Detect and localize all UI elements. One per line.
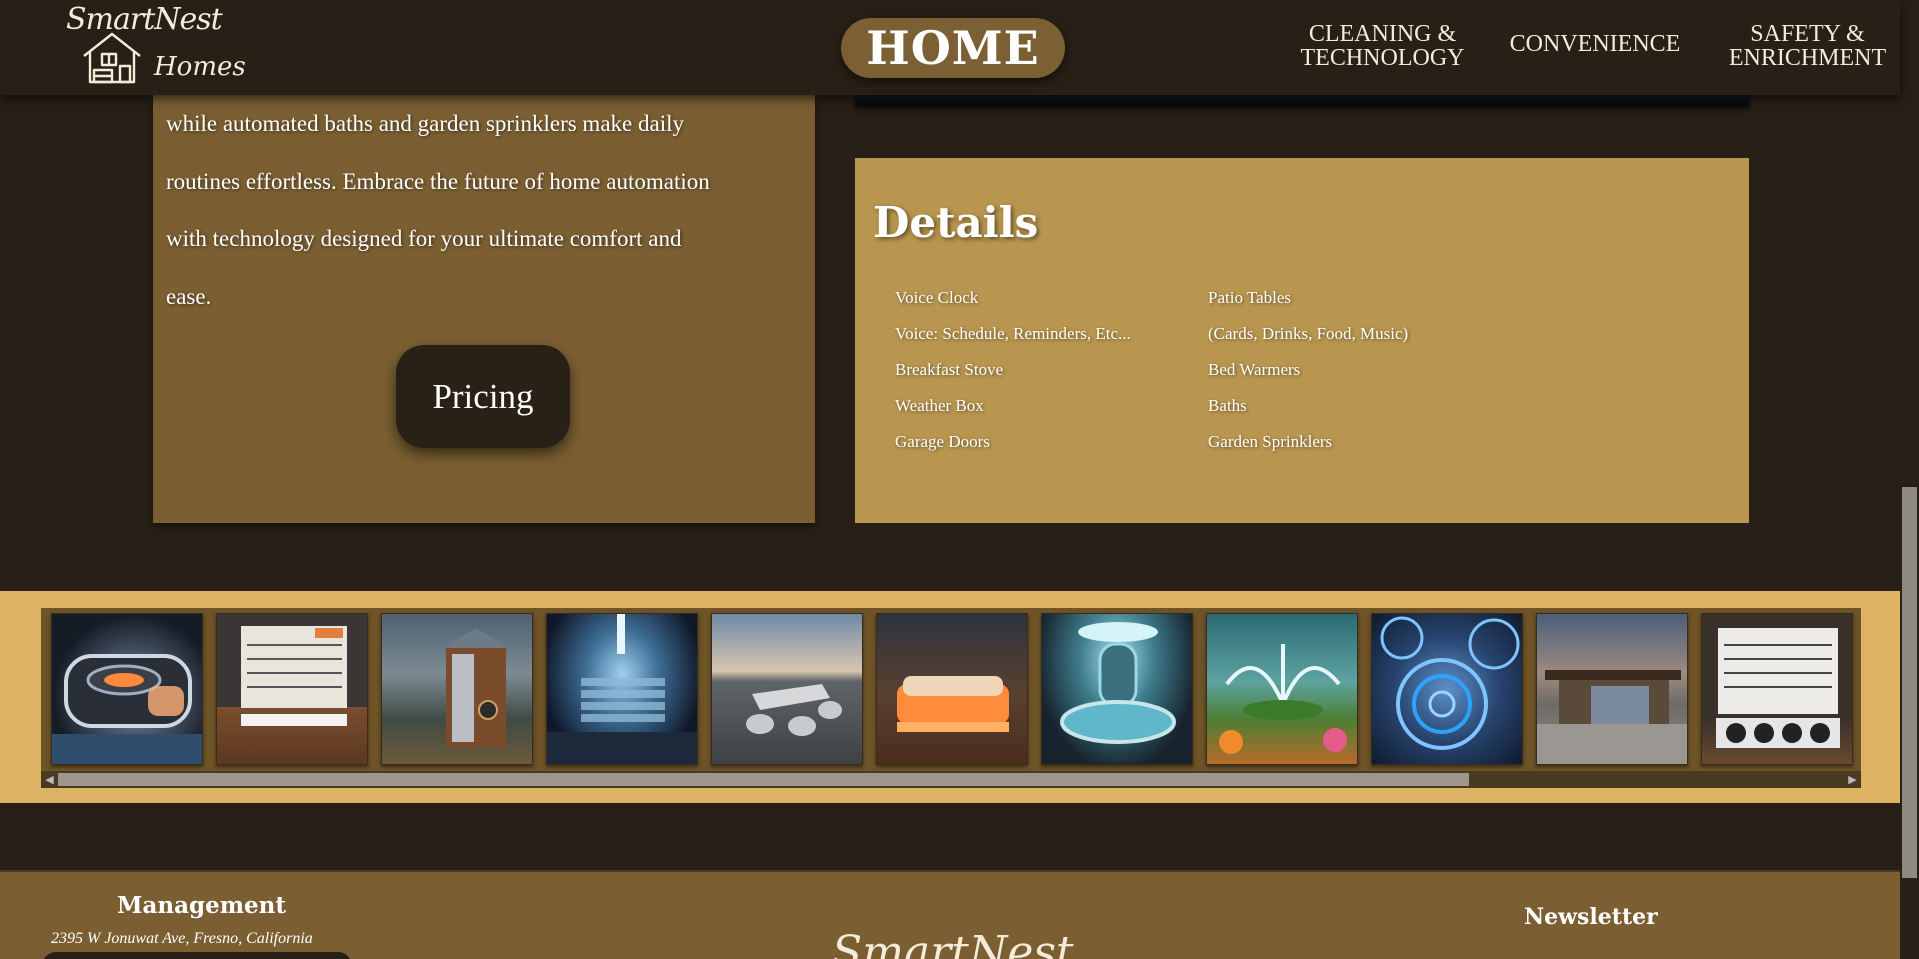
house-icon — [83, 32, 141, 84]
intro-line: while automated baths and garden sprinkl… — [166, 111, 684, 136]
garage-interior-illustration — [547, 614, 697, 764]
carousel-scroll-thumb[interactable] — [58, 773, 1469, 786]
bath-image[interactable] — [1041, 613, 1193, 765]
details-item: Garage Doors — [895, 432, 990, 451]
details-item: Bed Warmers — [1208, 360, 1301, 379]
carousel-scroll-track[interactable] — [58, 773, 1844, 786]
details-item: (Cards, Drinks, Food, Music) — [1208, 324, 1409, 343]
bed-illustration — [897, 676, 1009, 732]
scroll-right-icon[interactable]: ▶ — [1844, 771, 1861, 788]
garage-exterior-illustration — [1537, 670, 1687, 764]
sprinkler-illustration — [1219, 644, 1347, 754]
patio-illustration — [746, 684, 842, 736]
footer-contact-button[interactable] — [42, 952, 352, 959]
page-scroll-thumb[interactable] — [1902, 487, 1917, 878]
scroll-left-icon[interactable]: ◀ — [41, 771, 58, 788]
site-footer: Management 2395 W Jonuwat Ave, Fresno, C… — [0, 870, 1900, 959]
smartnest-logo[interactable]: SmartNest Homes — [62, 2, 246, 88]
image-carousel[interactable]: ◀ ▶ — [41, 608, 1861, 788]
garden-sprinkler-image[interactable] — [1206, 613, 1358, 765]
weather-box-image[interactable] — [381, 613, 533, 765]
intro-line: ease. — [166, 283, 212, 309]
bed-warmer-image[interactable] — [876, 613, 1028, 765]
intro-line: routines effortless. Embrace the future … — [166, 168, 710, 194]
intro-panel: while automated baths and garden sprinkl… — [153, 95, 815, 523]
details-item: Patio Tables — [1208, 288, 1292, 307]
nav-cleaning-line2: TECHNOLOGY — [1300, 45, 1465, 71]
voice-calendar-image[interactable] — [1701, 613, 1853, 765]
details-panel: Details Voice Clock Voice: Schedule, Rem… — [855, 158, 1749, 523]
nav-safety-line2: ENRICHMENT — [1728, 45, 1887, 71]
carousel-scrollbar[interactable]: ◀ ▶ — [41, 771, 1861, 788]
garage-door-interior-image[interactable] — [546, 613, 698, 765]
details-item: Breakfast Stove — [895, 360, 1004, 379]
details-item: Voice Clock — [895, 288, 979, 307]
details-list-left: Voice Clock Voice: Schedule, Reminders, … — [895, 280, 1131, 460]
details-item: Weather Box — [895, 396, 984, 415]
garage-exterior-image[interactable] — [1536, 613, 1688, 765]
pricing-button[interactable]: Pricing — [396, 345, 570, 448]
voice-calendar-illustration — [1716, 628, 1840, 748]
thumbnail-row — [51, 613, 1861, 766]
newsletter-heading: Newsletter — [1524, 904, 1658, 930]
stove-illustration — [52, 654, 202, 764]
details-item: Garden Sprinklers — [1208, 432, 1333, 451]
burners-illustration — [1380, 616, 1520, 750]
site-header: SmartNest Homes HOME CLEANING & TECHNOLO… — [0, 0, 1900, 95]
calendar-illustration — [241, 626, 347, 726]
nav-cleaning-line1: CLEANING & — [1308, 21, 1457, 47]
details-list-right: Patio Tables (Cards, Drinks, Food, Music… — [1208, 280, 1408, 460]
details-item: Voice: Schedule, Reminders, Etc... — [895, 324, 1131, 343]
calendar-image[interactable] — [216, 613, 368, 765]
nav-convenience[interactable]: CONVENIENCE — [1505, 32, 1685, 56]
stove-burners-image[interactable] — [1371, 613, 1523, 765]
intro-paragraph: while automated baths and garden sprinkl… — [166, 95, 811, 325]
logo-wordmark-homes: Homes — [154, 52, 246, 82]
footer-logo: SmartNest — [832, 927, 1074, 959]
patio-tables-image[interactable] — [711, 613, 863, 765]
weather-box-illustration — [442, 628, 510, 748]
bath-illustration — [1060, 622, 1176, 744]
nav-home-button[interactable]: HOME — [841, 18, 1065, 78]
gallery-section: ◀ ▶ — [0, 591, 1904, 803]
details-title: Details — [873, 198, 1039, 247]
management-address: 2395 W Jonuwat Ave, Fresno, California — [51, 930, 313, 947]
management-heading: Management — [117, 892, 287, 919]
nav-safety-enrichment[interactable]: SAFETY & ENRICHMENT — [1715, 22, 1900, 70]
page-scrollbar[interactable] — [1900, 0, 1919, 959]
nav-cleaning-technology[interactable]: CLEANING & TECHNOLOGY — [1290, 22, 1475, 70]
nav-safety-line1: SAFETY & — [1750, 21, 1865, 47]
intro-line: with technology designed for your ultima… — [166, 226, 682, 251]
breakfast-stove-image[interactable] — [51, 613, 203, 765]
details-item: Baths — [1208, 396, 1247, 415]
